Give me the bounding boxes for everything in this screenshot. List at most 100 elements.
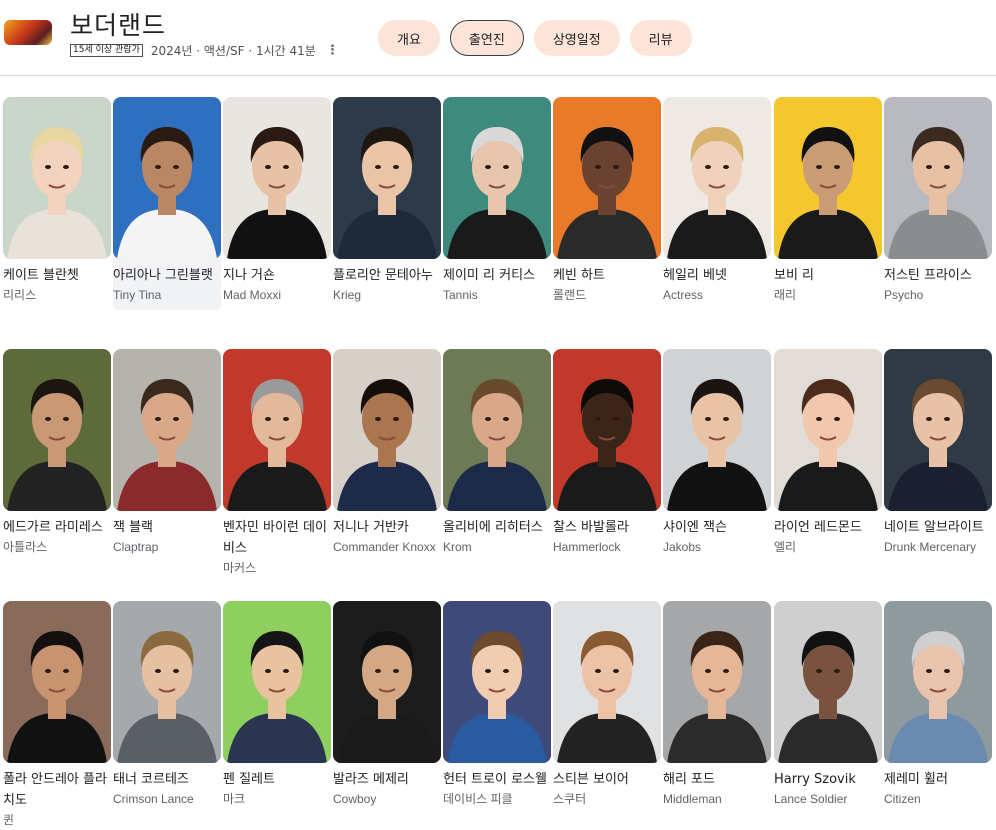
cast-name[interactable]: 올리비에 리히터스 [443,517,551,538]
cast-photo[interactable] [553,97,661,259]
cast-role: Krom [443,540,472,554]
cast-role: 퀸 [3,813,15,827]
cast-photo[interactable] [113,97,221,259]
cast-role: Commander Knoxx [333,540,436,554]
cast-name[interactable]: 저스틴 프라이스 [884,265,992,286]
cast-name[interactable]: 네이트 알브라이트 [884,517,992,538]
movie-poster-thumbnail[interactable] [4,20,52,45]
cast-photo[interactable] [884,349,992,511]
cast-role: Lance Soldier [774,792,848,806]
cast-photo[interactable] [223,349,331,511]
cast-name[interactable]: 헤일리 베넷 [663,265,771,286]
cast-card[interactable]: 에드가르 라미레스 아틀라스 [3,349,111,556]
more-vert-icon[interactable]: ⋮ [326,43,339,58]
cast-card[interactable]: 저니나 거반카 Commander Knoxx [333,349,441,556]
cast-name[interactable]: 벤자민 바이런 데이비스 [223,517,331,559]
cast-photo[interactable] [443,349,551,511]
cast-card[interactable]: 보비 리 래리 [774,97,882,304]
cast-photo[interactable] [3,601,111,763]
cast-photo[interactable] [663,601,771,763]
cast-role: Tannis [443,288,478,302]
cast-card[interactable]: 헤일리 베넷 Actress [663,97,771,304]
cast-name[interactable]: 케빈 하트 [553,265,661,286]
cast-name[interactable]: 저니나 거반카 [333,517,441,538]
cast-name[interactable]: Harry Szovik [774,769,882,790]
age-rating-badge: 15세 이상 관람가 [70,44,143,57]
cast-photo[interactable] [884,97,992,259]
cast-photo[interactable] [333,601,441,763]
cast-name[interactable]: 태너 코르테즈 [113,769,221,790]
cast-photo[interactable] [443,601,551,763]
cast-photo[interactable] [3,97,111,259]
cast-card[interactable]: 제이미 리 커티스 Tannis [443,97,551,304]
cast-name[interactable]: 플로리안 문테아누 [333,265,441,286]
cast-photo[interactable] [113,601,221,763]
cast-card[interactable]: 벤자민 바이런 데이비스마커스 [223,349,331,577]
cast-role: 마커스 [223,561,257,575]
cast-name[interactable]: 제이미 리 커티스 [443,265,551,286]
cast-card[interactable]: 스티븐 보이어 스쿠터 [553,601,661,808]
cast-name[interactable]: 잭 블랙 [113,517,221,538]
movie-info: 2024년 · 액션/SF · 1시간 41분 [150,44,316,58]
cast-name[interactable]: 아리아나 그린블랫 [113,265,221,286]
cast-name[interactable]: 제레미 휠러 [884,769,992,790]
cast-card[interactable]: 제레미 휠러 Citizen [884,601,992,808]
cast-card[interactable]: 해리 포드 Middleman [663,601,771,808]
cast-card[interactable]: 네이트 알브라이트 Drunk Mercenary [884,349,992,556]
cast-card[interactable]: 펜 질레트마크 [223,601,331,808]
cast-name[interactable]: 발라즈 메제리 [333,769,441,790]
cast-name[interactable]: 에드가르 라미레스 [3,517,111,538]
cast-name[interactable]: 샤이엔 잭슨 [663,517,771,538]
cast-name[interactable]: 해리 포드 [663,769,771,790]
cast-card[interactable]: 케이트 블란쳇 리리스 [3,97,111,304]
cast-photo[interactable] [553,349,661,511]
cast-role: 마크 [223,792,246,806]
tab-overview[interactable]: 개요 [378,20,440,56]
cast-card[interactable]: 잭 블랙 Claptrap [113,349,221,556]
cast-card[interactable]: 아리아나 그린블랫 Tiny Tina [113,97,221,310]
tab-reviews[interactable]: 리뷰 [629,20,692,56]
cast-name[interactable]: 헌터 트로이 로스웰 [443,769,551,790]
cast-card[interactable]: 태너 코르테즈 Crimson Lance [113,601,221,808]
tab-cast[interactable]: 출연진 [449,20,524,56]
cast-role: 데이비스 피클 [443,792,513,806]
cast-name[interactable]: 찰스 바발롤라 [553,517,661,538]
cast-photo[interactable] [333,349,441,511]
cast-photo[interactable] [774,97,882,259]
cast-card[interactable]: 지나 거숀 Mad Moxxi [223,97,331,304]
cast-card[interactable]: 폴라 안드레아 플라치도퀸 [3,601,111,829]
cast-photo[interactable] [774,601,882,763]
cast-name[interactable]: 보비 리 [774,265,882,286]
cast-name[interactable]: 케이트 블란쳇 [3,265,111,286]
cast-card[interactable]: 헌터 트로이 로스웰데이비스 피클 [443,601,551,808]
cast-photo[interactable] [3,349,111,511]
cast-name[interactable]: 라이언 레드몬드 [774,517,882,538]
cast-card[interactable]: Harry Szovik Lance Soldier [774,601,882,808]
tab-showtimes[interactable]: 상영일정 [533,20,620,56]
cast-role: Krieg [333,288,362,302]
cast-name[interactable]: 지나 거숀 [223,265,331,286]
cast-card[interactable]: 찰스 바발롤라 Hammerlock [553,349,661,556]
cast-name[interactable]: 폴라 안드레아 플라치도 [3,769,111,811]
cast-photo[interactable] [553,601,661,763]
cast-card[interactable]: 라이언 레드몬드 엘리 [774,349,882,556]
cast-card[interactable]: 발라즈 메제리 Cowboy [333,601,441,808]
cast-photo[interactable] [223,97,331,259]
cast-photo[interactable] [223,601,331,763]
cast-photo[interactable] [333,97,441,259]
cast-card[interactable]: 샤이엔 잭슨 Jakobs [663,349,771,556]
cast-photo[interactable] [884,601,992,763]
cast-role: Hammerlock [553,540,621,554]
cast-name[interactable]: 스티븐 보이어 [553,769,661,790]
cast-photo[interactable] [113,349,221,511]
cast-photo[interactable] [663,97,771,259]
cast-name[interactable]: 펜 질레트 [223,769,331,790]
cast-card[interactable]: 플로리안 문테아누 Krieg [333,97,441,304]
cast-photo[interactable] [443,97,551,259]
cast-card[interactable]: 케빈 하트 롤랜드 [553,97,661,304]
cast-card[interactable]: 올리비에 리히터스 Krom [443,349,551,556]
cast-role: Drunk Mercenary [884,540,977,554]
cast-photo[interactable] [663,349,771,511]
cast-card[interactable]: 저스틴 프라이스 Psycho [884,97,992,304]
cast-photo[interactable] [774,349,882,511]
